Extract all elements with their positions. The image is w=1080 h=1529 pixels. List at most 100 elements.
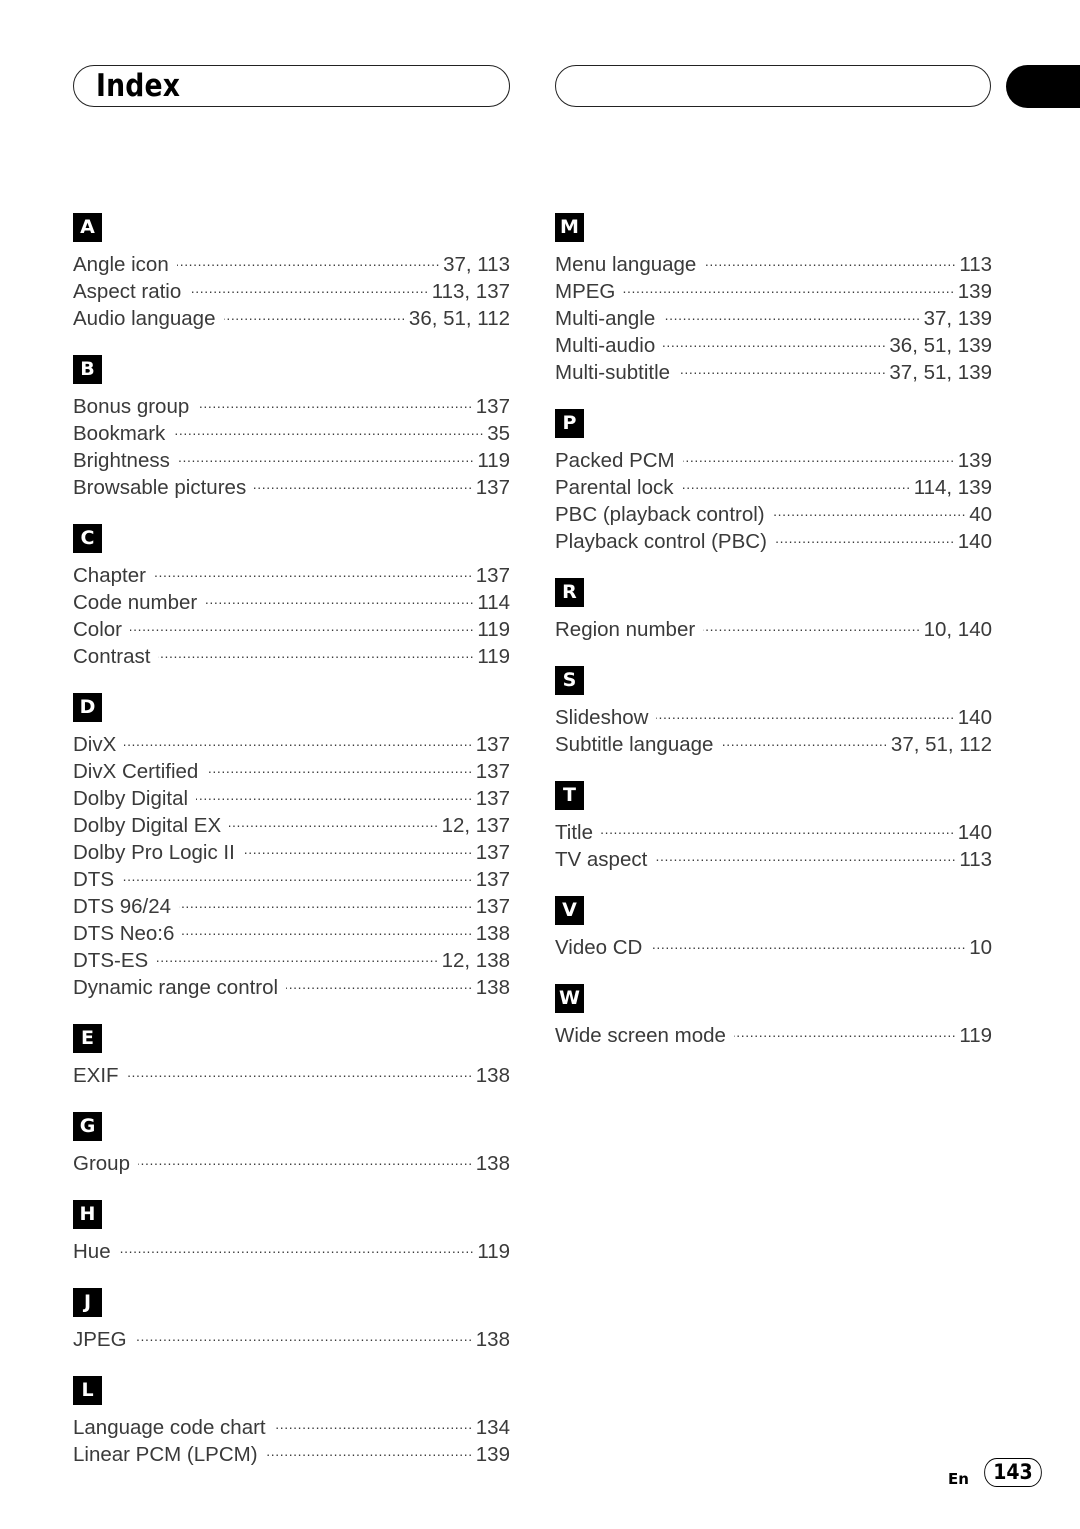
blank-header-box xyxy=(555,65,991,107)
entry-term: Linear PCM (LPCM) xyxy=(73,1443,258,1466)
entry-term: Dynamic range control xyxy=(73,976,279,999)
entry-term: DTS-ES xyxy=(73,949,149,972)
index-section: T Title 140 TV aspect 113 xyxy=(555,781,992,871)
entry-term: Language code chart xyxy=(73,1416,266,1439)
language-label: En xyxy=(948,1470,969,1488)
page-footer: En 143 xyxy=(948,1456,1045,1488)
index-section: S Slideshow 140 Subtitle language 37, 51, 11… xyxy=(555,666,992,756)
index-entry: Title 140 xyxy=(555,812,992,844)
index-entry: Language code chart 134 xyxy=(73,1407,510,1439)
entry-term: Angle icon xyxy=(73,253,169,276)
entry-pages: 37, 113 xyxy=(443,253,510,276)
entry-pages: 137 xyxy=(475,760,510,783)
entry-pages: 113 xyxy=(959,253,992,276)
entry-term: PBC (playback control) xyxy=(555,503,765,526)
index-entry: Color 119 xyxy=(73,609,510,641)
index-section: W Wide screen mode 119 xyxy=(555,984,992,1047)
entry-term: Chapter xyxy=(73,564,146,587)
section-letter-badge: H xyxy=(73,1200,102,1229)
index-entry: DTS 137 xyxy=(73,859,510,891)
entry-term: Group xyxy=(73,1152,130,1175)
entry-term: DTS 96/24 xyxy=(73,895,171,918)
entry-term: DTS xyxy=(73,868,114,891)
page-title: Index xyxy=(96,68,181,104)
entry-term: Parental lock xyxy=(555,476,674,499)
entry-pages: 138 xyxy=(475,1064,510,1087)
dot-leader xyxy=(124,724,472,751)
dot-leader xyxy=(601,812,955,839)
section-letter-badge: S xyxy=(555,666,584,695)
section-tab-marker xyxy=(1006,65,1080,108)
index-entry: Chapter 137 xyxy=(73,555,510,587)
entry-pages: 10 xyxy=(969,936,992,959)
dot-leader xyxy=(775,521,955,548)
entry-term: MPEG xyxy=(555,280,616,303)
entry-pages: 113, 137 xyxy=(431,280,510,303)
section-letter-badge: B xyxy=(73,355,102,384)
dot-leader xyxy=(224,298,406,325)
section-letter-badge: P xyxy=(555,409,584,438)
dot-leader xyxy=(178,440,474,467)
entry-term: DivX xyxy=(73,733,117,756)
entry-term: TV aspect xyxy=(555,848,648,871)
index-section: A Angle icon 37, 113 Aspect ratio 113, 137 Au… xyxy=(73,213,510,330)
dot-leader xyxy=(154,555,473,582)
entry-pages: 140 xyxy=(957,706,992,729)
entry-pages: 119 xyxy=(959,1024,992,1047)
entry-pages: 140 xyxy=(957,821,992,844)
dot-leader xyxy=(704,244,956,271)
entry-pages: 10, 140 xyxy=(923,618,992,641)
section-letter-badge: D xyxy=(73,693,102,722)
dot-leader xyxy=(179,886,473,913)
dot-leader xyxy=(274,1407,473,1434)
entry-term: Multi-audio xyxy=(555,334,656,357)
entry-term: Aspect ratio xyxy=(73,280,182,303)
dot-leader xyxy=(678,352,886,379)
dot-leader xyxy=(119,1231,475,1258)
entry-term: Contrast xyxy=(73,645,151,668)
dot-leader xyxy=(623,271,954,298)
entry-term: Region number xyxy=(555,618,696,641)
section-letter-badge: T xyxy=(555,781,584,810)
section-letter-badge: A xyxy=(73,213,102,242)
dot-leader xyxy=(650,927,966,954)
index-entry: Region number 10, 140 xyxy=(555,609,992,641)
index-section: R Region number 10, 140 xyxy=(555,578,992,641)
section-letter-badge: M xyxy=(555,213,584,242)
entry-pages: 37, 51, 139 xyxy=(889,361,992,384)
index-section: PPacked PCM139Parental lock114, 139PBC (… xyxy=(555,409,992,553)
index-entry: Bonus group137 xyxy=(73,386,510,418)
entry-pages: 139 xyxy=(957,449,992,472)
index-section: V Video CD 10 xyxy=(555,896,992,959)
index-section: L Language code chart 134 Linear PCM (LPCM)… xyxy=(73,1376,510,1466)
entry-pages: 139 xyxy=(475,1443,510,1466)
entry-pages: 36, 51, 112 xyxy=(408,307,510,330)
entry-pages: 137 xyxy=(475,564,510,587)
entry-pages: 140 xyxy=(957,530,992,553)
entry-term: Multi-subtitle xyxy=(555,361,671,384)
index-title-box: Index xyxy=(73,65,510,107)
dot-leader xyxy=(266,1434,473,1461)
dot-leader xyxy=(663,325,886,352)
page-number: 143 xyxy=(984,1457,1042,1487)
index-entry: Hue 119 xyxy=(73,1231,510,1263)
entry-term: Multi-angle xyxy=(555,307,656,330)
dot-leader xyxy=(683,440,955,467)
entry-term: Playback control (PBC) xyxy=(555,530,767,553)
entry-pages: 119 xyxy=(477,618,510,641)
dot-leader xyxy=(127,1055,473,1082)
index-entry: Slideshow 140 xyxy=(555,697,992,729)
index-entry: DTS 96/24 137 xyxy=(73,886,510,918)
entry-term: Brightness xyxy=(73,449,170,472)
dot-leader xyxy=(682,467,911,494)
index-entry: JPEG 138 xyxy=(73,1319,510,1351)
dot-leader xyxy=(243,832,473,859)
entry-pages: 40 xyxy=(969,503,992,526)
entry-pages: 137 xyxy=(475,895,510,918)
entry-term: Subtitle language xyxy=(555,733,714,756)
entry-term: Browsable pictures xyxy=(73,476,247,499)
dot-leader xyxy=(182,913,472,940)
dot-leader xyxy=(721,724,887,751)
dot-leader xyxy=(122,859,473,886)
entry-pages: 138 xyxy=(475,1328,510,1351)
